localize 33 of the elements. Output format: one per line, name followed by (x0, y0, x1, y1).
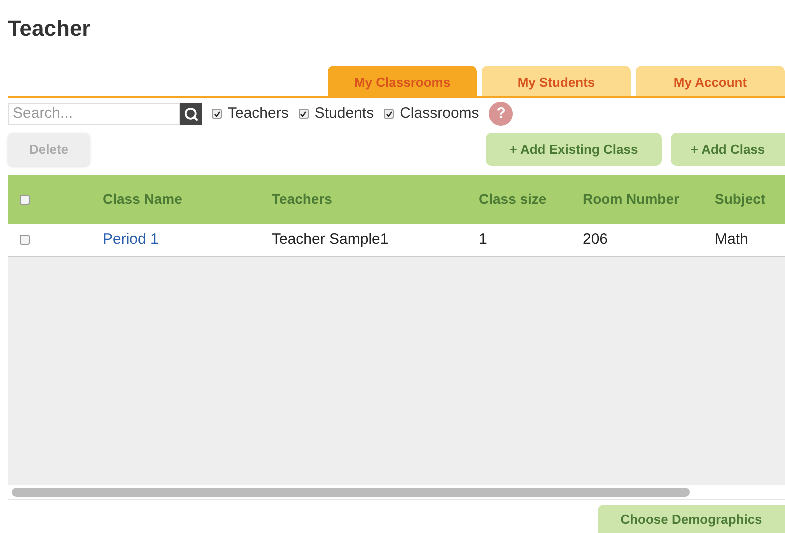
column-header[interactable]: Room Number (583, 189, 715, 210)
search-icon (184, 106, 198, 122)
table-cell-text: Math (715, 230, 750, 250)
page-title: Teacher (8, 15, 91, 43)
column-header[interactable]: Teachers (272, 189, 479, 210)
tab[interactable]: My Account (636, 66, 785, 96)
filter-checkbox[interactable] (212, 109, 222, 119)
filter-label: Classrooms (400, 104, 480, 124)
table-cell-text: 206 (583, 230, 610, 250)
scrollbar-thumb[interactable] (12, 488, 690, 496)
search-field[interactable]: Search... (8, 103, 180, 125)
filter-label: Students (314, 104, 374, 124)
add-existing-class-button[interactable]: + Add Existing Class (486, 133, 662, 166)
column-header[interactable]: Subject (715, 189, 785, 210)
table-cell-text: Teacher Sample1 (272, 230, 390, 250)
tab[interactable]: My Students (482, 66, 631, 96)
class-name-link[interactable]: Period 1 (103, 228, 272, 252)
filter-label: Teachers (228, 104, 289, 124)
help-button[interactable]: ? (489, 102, 514, 126)
table-cell-text: 1 (479, 230, 488, 250)
checkmark-icon (214, 110, 220, 118)
search-button[interactable] (180, 103, 202, 125)
checkmark-icon (386, 110, 393, 118)
checkmark-icon (300, 110, 308, 118)
tab[interactable]: My Classrooms (328, 66, 477, 96)
choose-demographics-button[interactable]: Choose Demographics (598, 505, 785, 533)
row-checkbox[interactable] (20, 235, 30, 245)
filter-checkbox[interactable] (384, 109, 394, 119)
select-all-checkbox[interactable] (20, 194, 30, 204)
add-class-button[interactable]: + Add Class (671, 133, 785, 166)
column-header[interactable]: Class size (479, 189, 583, 210)
column-header[interactable]: Class Name (103, 189, 272, 210)
filter-checkbox[interactable] (298, 109, 309, 119)
